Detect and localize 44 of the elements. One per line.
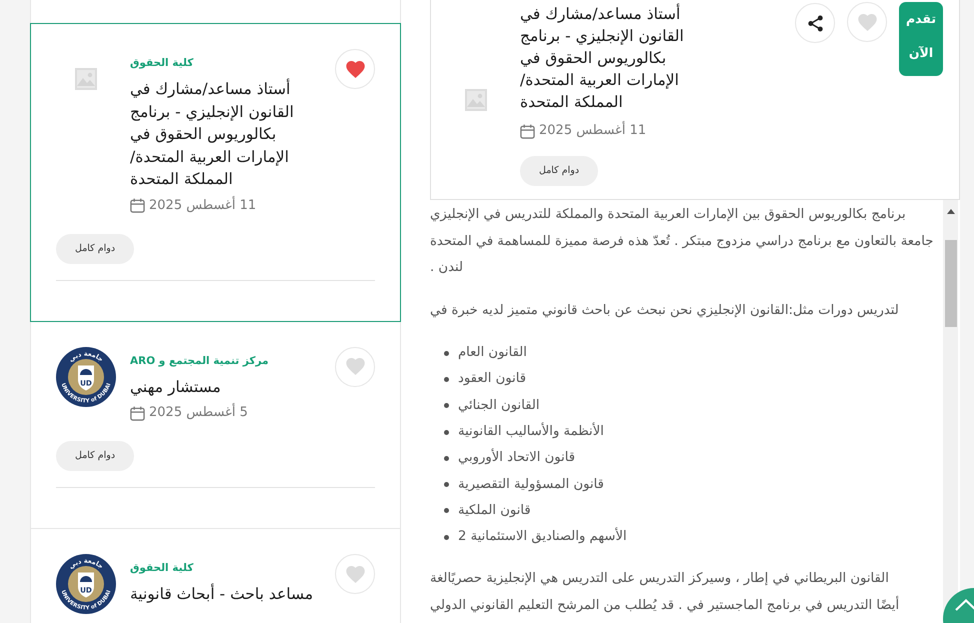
bullet-icon xyxy=(444,376,449,382)
favorite-button[interactable] xyxy=(335,49,375,89)
share-icon xyxy=(808,14,822,32)
description-paragraph: لتدريس دورات مثل:القانون الإنجليزي نحن نبحث عن باحث قانوني متميز لديه خبرة في xyxy=(430,302,900,320)
employer-name: كلية الحقوق xyxy=(130,56,194,71)
employer-name: مركز تنمية المجتمع و ARO xyxy=(130,354,269,368)
bullet-icon xyxy=(444,350,449,356)
chevron-up-icon xyxy=(955,599,974,611)
list-item: القانون الجنائي xyxy=(458,396,540,415)
list-item: قانون الاتحاد الأوروبي xyxy=(458,448,576,468)
job-type-tag: دوام كامل xyxy=(56,234,134,264)
description-paragraph: القانون البريطاني في إطار ، وسيركز التدريس على التدريس هي الإنجليزية حصريًالغة أيضًا التدريس في برنامج الماجستير في . قد يُطلب من المرشح التعليم القانوني الدولي xyxy=(430,570,900,615)
calendar-icon xyxy=(130,198,145,213)
job-title: مستشار مهني xyxy=(130,376,221,398)
posted-date: 11 أغسطس 2025 xyxy=(149,196,256,214)
bullet-icon xyxy=(444,403,449,408)
calendar-icon xyxy=(130,406,145,420)
list-item: الأنظمة والأساليب القانونية xyxy=(458,422,604,442)
bullet-icon xyxy=(444,430,449,435)
scroll-up-arrow-icon[interactable] xyxy=(946,209,954,214)
list-item: الأسهم والصناديق الاستئمانية 2 xyxy=(458,527,627,546)
posted-date: 5 أغسطس 2025 xyxy=(149,404,248,422)
job-title: مساعد باحث - أبحاث قانونية xyxy=(130,583,314,605)
scrollbar-thumb[interactable] xyxy=(944,240,956,327)
image-placeholder-icon xyxy=(75,68,97,90)
calendar-icon xyxy=(520,124,535,138)
bullet-icon xyxy=(444,482,449,488)
posted-date: 11 أغسطس 2025 xyxy=(539,122,646,140)
description-paragraph: برنامج بكالوريوس الحقوق بين الإمارات العربية المتحدة والمملكة للتدريس في الإنجليزي جامعة بالتعاون مع برنامج دراسي مزدوج مبتكر . تُعدّ هذه فرصة مميزة للمساهمة في المتحدة لندن . xyxy=(430,206,934,277)
job-type-tag: دوام كامل xyxy=(520,156,598,186)
list-item: قانون المسؤولية التقصيرية xyxy=(458,476,604,494)
job-card[interactable]: كلية الحقوق أستاذ مساعد/مشارك في القانون الإنجليزي - برنامج بكالوريوس الحقوق في الإمارات العربية المتحدة/المملكة المتحدة 11 أغسطس 2025 دوام كامل xyxy=(30,23,401,322)
employer-name: كلية الحقوق xyxy=(130,561,194,576)
list-item: قانون العقود xyxy=(458,370,526,388)
list-item: قانون الملكية xyxy=(458,502,531,520)
share-button[interactable] xyxy=(795,3,835,43)
image-placeholder-icon xyxy=(465,88,487,110)
bullet-icon xyxy=(444,534,449,540)
job-title: أستاذ مساعد/مشارك في القانون الإنجليزي - برنامج بكالوريوس الحقوق في الإمارات العربية المتحدة/المملكة المتحدة xyxy=(520,3,685,113)
bullet-icon xyxy=(444,456,449,461)
job-title: أستاذ مساعد/مشارك في القانون الإنجليزي - برنامج بكالوريوس الحقوق في الإمارات العربية المتحدة/المملكة المتحدة xyxy=(130,78,295,190)
job-type-tag: دوام كامل xyxy=(56,441,134,471)
list-item: القانون العام xyxy=(458,344,527,362)
bullet-icon xyxy=(444,508,449,514)
